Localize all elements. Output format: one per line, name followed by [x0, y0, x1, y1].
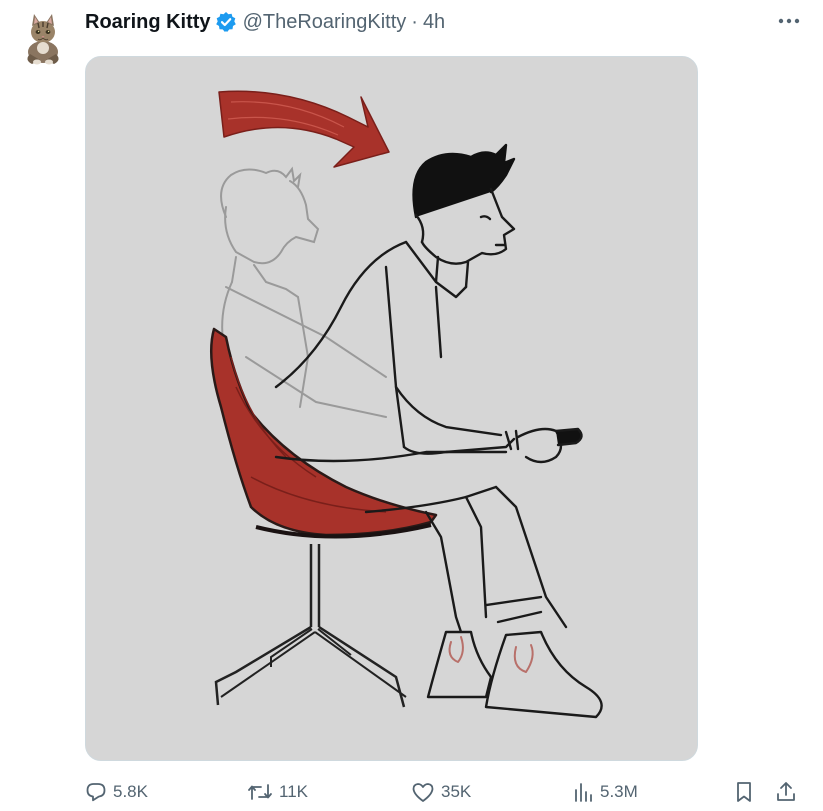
heart-icon [412, 783, 434, 802]
tweet-header: Roaring Kitty @TheRoaringKitty · 4h [85, 8, 445, 36]
reply-count: 5.8K [113, 782, 148, 801]
views-chart-icon [575, 783, 592, 802]
timestamp[interactable]: 4h [423, 11, 445, 34]
author-name[interactable]: Roaring Kitty [85, 11, 211, 34]
more-dots-icon [778, 18, 800, 24]
separator-dot: · [411, 10, 418, 33]
retweet-count: 11K [279, 782, 308, 801]
tweet-media-image[interactable] [85, 56, 698, 761]
cat-avatar-icon [27, 14, 59, 65]
like-count: 35K [441, 782, 472, 801]
views-count: 5.3M [600, 782, 638, 801]
tweet-actions-bar: 5.8K 11K 35K 5.3M [85, 774, 810, 810]
avatar[interactable] [18, 10, 68, 66]
bookmark-icon [737, 782, 751, 802]
tweet[interactable]: Roaring Kitty @TheRoaringKitty · 4h 5.8K… [0, 0, 823, 811]
reply-button[interactable]: 5.8K [85, 774, 148, 810]
retweet-icon [248, 784, 272, 800]
views-button[interactable]: 5.3M [572, 774, 638, 810]
sketch-illustration [86, 57, 697, 760]
like-button[interactable]: 35K [411, 774, 471, 810]
share-button[interactable] [775, 774, 803, 810]
verified-badge-icon[interactable] [215, 11, 237, 33]
more-options-button[interactable] [772, 6, 806, 36]
reply-icon [86, 783, 106, 802]
retweet-button[interactable]: 11K [247, 774, 308, 810]
author-handle[interactable]: @TheRoaringKitty [243, 11, 407, 34]
share-icon [777, 782, 795, 801]
bookmark-button[interactable] [733, 774, 761, 810]
